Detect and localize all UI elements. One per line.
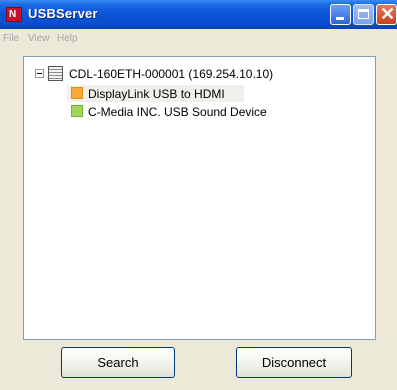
usbserver-window: N USBServer ✕ File View Help CDL-160ETH-… xyxy=(0,0,397,390)
minimize-button[interactable] xyxy=(330,4,351,25)
collapse-toggle-icon[interactable] xyxy=(35,69,44,78)
menu-bar: File View Help xyxy=(0,29,397,49)
usb-device-green-icon xyxy=(71,105,83,117)
usb-device-orange-icon xyxy=(71,87,83,99)
device-node-displaylink[interactable]: DisplayLink USB to HDMI xyxy=(88,87,225,101)
menu-view[interactable]: View xyxy=(28,33,50,44)
maximize-icon xyxy=(358,9,369,19)
close-button[interactable]: ✕ xyxy=(376,4,397,25)
title-bar[interactable]: N USBServer ✕ xyxy=(0,0,397,29)
menu-help[interactable]: Help xyxy=(57,33,78,44)
usbserver-app-icon[interactable]: N xyxy=(6,7,22,22)
disconnect-button[interactable]: Disconnect xyxy=(236,347,352,378)
device-node-cmedia[interactable]: C-Media INC. USB Sound Device xyxy=(88,105,267,119)
menu-file[interactable]: File xyxy=(3,33,19,44)
server-node-label[interactable]: CDL-160ETH-000001 (169.254.10.10) xyxy=(69,67,273,81)
maximize-button[interactable] xyxy=(353,4,374,25)
device-tree[interactable]: CDL-160ETH-000001 (169.254.10.10) Displa… xyxy=(23,56,376,340)
window-title: USBServer xyxy=(28,6,98,21)
server-icon xyxy=(48,66,63,81)
minimize-icon xyxy=(336,17,344,20)
search-button[interactable]: Search xyxy=(61,347,175,378)
close-icon: ✕ xyxy=(380,4,396,24)
